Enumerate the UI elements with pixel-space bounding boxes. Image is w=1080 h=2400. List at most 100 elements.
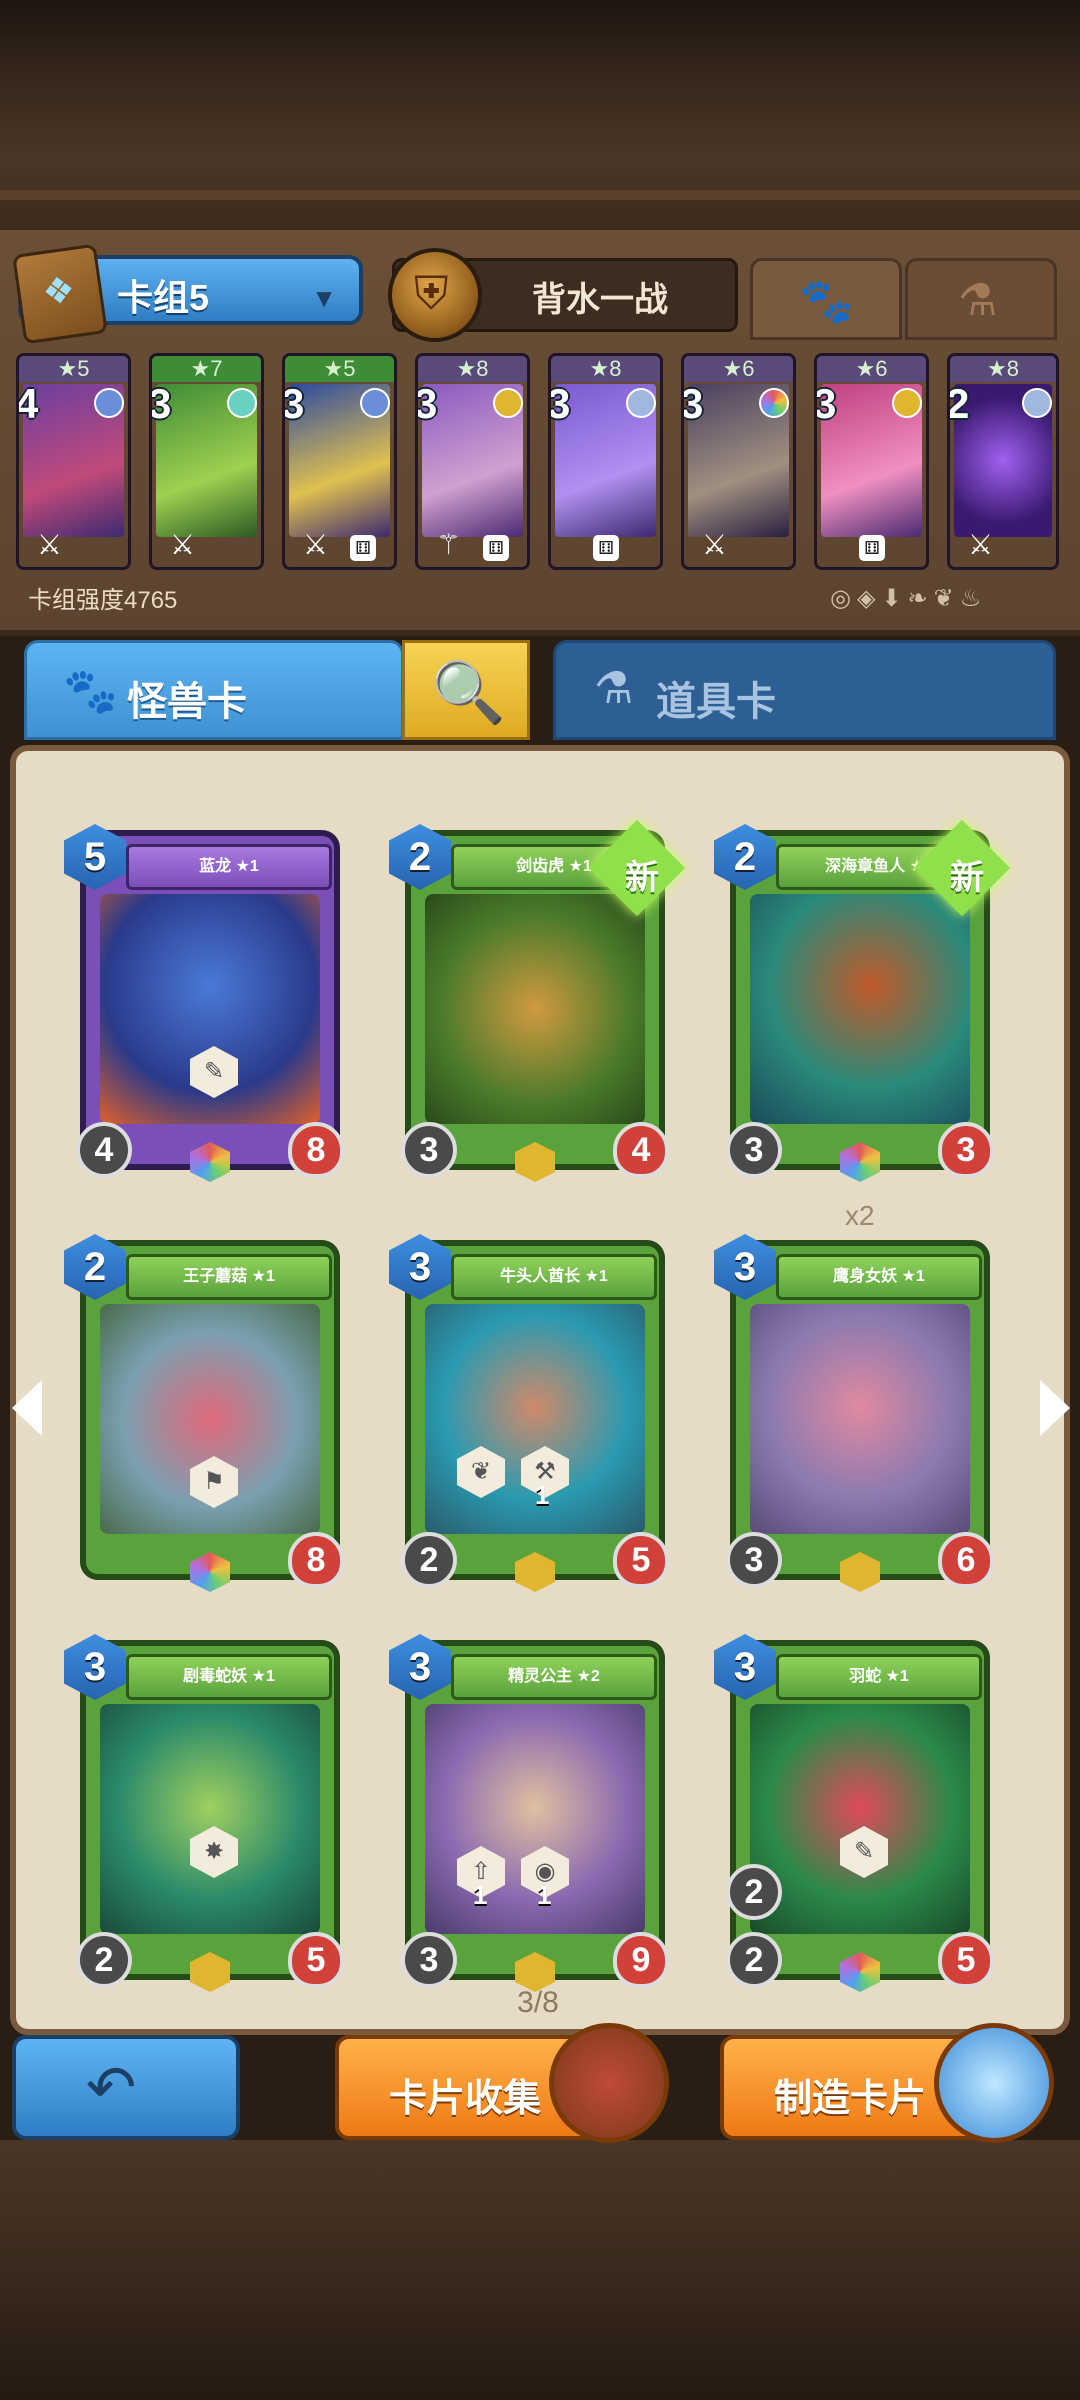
next-page-arrow[interactable] [1040,1380,1070,1436]
deck-card-stars: ★5 [19,356,128,382]
card-name: 王子蘑菇 ★1 [126,1254,332,1300]
card-art [750,894,970,1124]
flask-icon: ⚗ [958,276,998,325]
dice-icon: ⚅ [483,535,509,561]
sword-icon: ⚔ [37,529,63,560]
tab-monster-cards-label: 怪兽卡 [127,680,247,724]
paw-icon: 🐾 [799,277,854,326]
deck-card-cost: 2 [947,380,970,427]
monster-card[interactable]: 剧毒蛇妖 ★1 3 ✸ 2 5 [64,1634,344,1992]
deck-card-stars: ★8 [551,356,660,382]
card-hp: 5 [288,1932,344,1988]
card-hp: 8 [288,1532,344,1588]
card-attack: 2 [726,1932,782,1988]
craft-card-button[interactable]: 制造卡片 [720,2023,1054,2143]
hero-portrait[interactable]: ⛨ [388,248,482,342]
page-indicator: 3/8 [517,1986,559,2019]
card-collection-button[interactable]: 卡片收集 [335,2023,669,2143]
paw-icon: 🐾 [63,667,118,716]
tab-monster-deck[interactable]: 🐾 [750,258,902,340]
card-attack: 4 [76,1122,132,1178]
search-button[interactable]: 🔍 [402,640,530,740]
element-gem-icon [94,388,124,418]
monster-card[interactable]: 蓝龙 ★1 5 ✎ 4 8 [64,824,344,1182]
card-hp: 4 [613,1122,669,1178]
deck-card-stars: ★5 [285,356,394,382]
previous-page-arrow[interactable] [12,1380,42,1436]
skill-level: 1 [535,1480,550,1510]
card-hp: 9 [613,1932,669,1988]
sword-icon: ⚔ [303,529,329,560]
card-collection-label: 卡片收集 [389,2078,542,2120]
deck-card-stars: ★8 [950,356,1056,382]
card-name: 羽蛇 ★1 [776,1654,982,1700]
staff-icon: ⚚ [436,529,462,560]
element-gem-icon [227,388,257,418]
deck-book-icon: ❖ [12,243,108,345]
dice-icon: ⚅ [350,535,376,561]
card-name: 剧毒蛇妖 ★1 [126,1654,332,1700]
card-hp: 6 [938,1532,994,1588]
top-wood-background [0,0,1080,230]
card-extra-attack: 2 [726,1864,782,1920]
card-attack: 3 [726,1532,782,1588]
deck-card-stars: ★6 [684,356,793,382]
monster-card[interactable]: 精灵公主 ★2 3 ⇧ 1 ◉ 1 3 9 [389,1634,669,1992]
monster-card[interactable]: 剑齿虎 ★1 2 新 3 4 [389,819,686,1182]
card-name: 牛头人酋长 ★1 [451,1254,657,1300]
back-arrow-icon: ↶ [86,2054,137,2121]
hero-name: 背水一战 [532,281,668,319]
card-attack: 3 [401,1122,457,1178]
card-art [425,894,645,1124]
deck-card-cost: 3 [814,380,837,427]
card-name: 鹰身女妖 ★1 [776,1254,982,1300]
card-name: 精灵公主 ★2 [451,1654,657,1700]
element-gem-icon [493,388,523,418]
card-attack: 3 [726,1122,782,1178]
deck-card[interactable]: ★8 2 ⚔ [947,353,1059,570]
tab-item-deck[interactable]: ⚗ [905,258,1057,340]
monster-card[interactable]: 王子蘑菇 ★1 2 ⚑ 8 [64,1234,344,1592]
element-gem-icon [1022,388,1052,418]
deck-card-cost: 3 [149,380,172,427]
tab-item-cards-label: 道具卡 [656,680,776,724]
back-button[interactable]: ↶ [12,2035,240,2140]
new-badge-label: 新 [950,859,984,897]
deck-card-stars: ★7 [152,356,261,382]
deck-card[interactable]: ★5 4 ⚔ [16,353,131,570]
tab-monster-cards[interactable]: 🐾 怪兽卡 [24,640,404,740]
element-gem-icon [892,388,922,418]
deck-card[interactable]: ★6 3 ⚅ [814,353,929,570]
deck-card-stars: ★6 [817,356,926,382]
card-hp: 3 [938,1122,994,1178]
deck-card-cost: 3 [282,380,305,427]
monster-card[interactable]: 羽蛇 ★1 3 ✎ 2 2 5 [714,1634,994,1992]
deck-card[interactable]: ★7 3 ⚔ [149,353,264,570]
sword-icon: ⚔ [702,529,728,560]
deck-card-cost: 3 [415,380,438,427]
tab-item-cards[interactable]: ⚗ 道具卡 [553,640,1056,740]
card-attack: 2 [401,1532,457,1588]
dice-icon: ⚅ [593,535,619,561]
card-art [425,1704,645,1934]
deck-card[interactable]: ★8 3 ⚚ ⚅ [415,353,530,570]
deck-card-cost: 3 [548,380,571,427]
monster-card[interactable]: 牛头人酋长 ★1 3 ❦ ⚒ 1 2 5 [389,1234,669,1592]
deck-selector[interactable]: ❖ 卡组5 ▼ [12,243,363,345]
element-filter-icons[interactable]: ◎◈⬇❧❦♨ [830,584,987,613]
deck-card-stars: ★8 [418,356,527,382]
craft-card-label: 制造卡片 [774,2078,927,2120]
sword-icon: ⚔ [170,529,196,560]
monster-card[interactable]: 深海章鱼人 ★1 2 新 3 3 [714,819,1011,1182]
potion-paw-icon [934,2023,1054,2143]
deck-card[interactable]: ★6 3 ⚔ [681,353,796,570]
card-hp: 5 [613,1532,669,1588]
deck-card-cost: 3 [681,380,704,427]
monster-card[interactable]: 鹰身女妖 ★1 3 3 6 [714,1234,994,1592]
element-gem-icon [626,388,656,418]
skill-level: 1 [537,1880,552,1910]
deck-card[interactable]: ★5 3 ⚔ ⚅ [282,353,397,570]
element-gem-icon [360,388,390,418]
deck-card[interactable]: ★8 3 ⚅ [548,353,663,570]
new-badge-label: 新 [625,859,659,897]
